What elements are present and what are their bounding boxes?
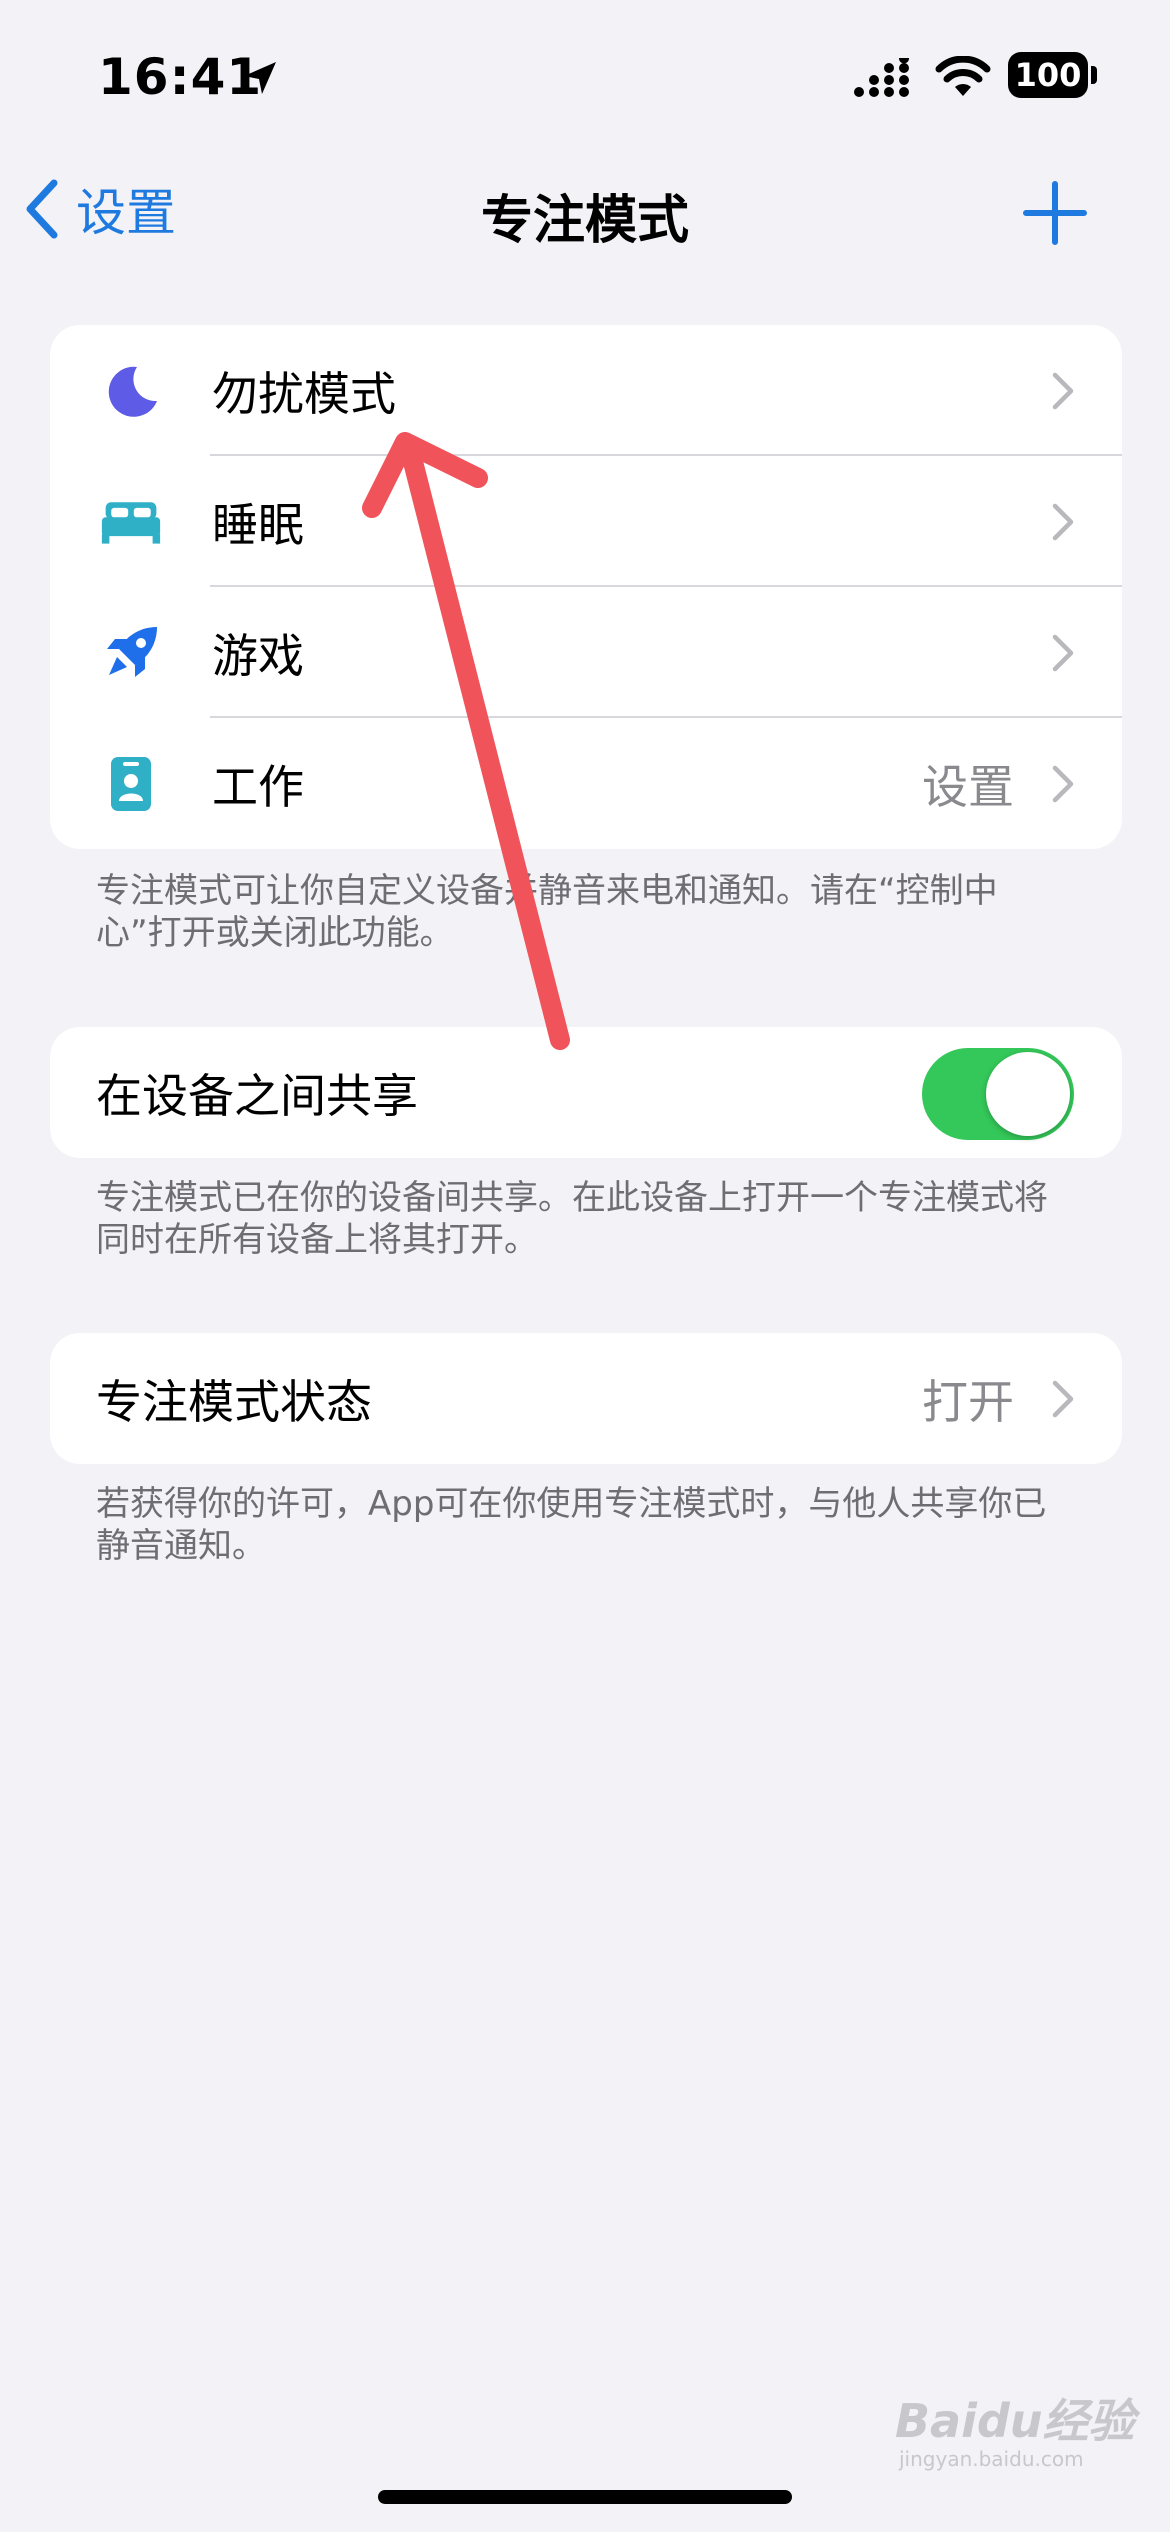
rocket-icon — [100, 622, 162, 684]
focus-mode-value: 设置 — [922, 759, 1014, 814]
page-title: 专注模式 — [480, 191, 689, 251]
focus-mode-row-sleep[interactable]: 睡眠 — [50, 456, 1122, 587]
focus-status-value: 打开 — [922, 1374, 1014, 1429]
focus-mode-label: 游戏 — [212, 628, 304, 683]
focus-mode-row-do-not-disturb[interactable]: 勿扰模式 — [50, 325, 1122, 456]
moon-icon — [100, 360, 162, 422]
focus-status-group: 专注模式状态 打开 — [50, 1333, 1122, 1464]
focus-mode-label: 睡眠 — [212, 497, 304, 552]
status-time: 16:41 — [98, 48, 263, 106]
chevron-right-icon — [1052, 634, 1074, 672]
share-footer: 专注模式已在你的设备间共享。在此设备上打开一个专注模式将同时在所有设备上将其打开… — [96, 1178, 1048, 1260]
location-arrow-icon — [244, 62, 276, 94]
toggle-knob — [986, 1052, 1070, 1136]
add-icon[interactable] — [1020, 178, 1090, 248]
bed-icon — [100, 491, 162, 553]
cellular-signal-icon — [854, 58, 909, 97]
focus-modes-footer: 专注模式可让你自定义设备并静音来电和通知。请在“控制中心”打开或关闭此功能。 — [96, 871, 998, 953]
share-across-devices-row: 在设备之间共享 — [50, 1027, 1122, 1158]
share-across-devices-group: 在设备之间共享 — [50, 1027, 1122, 1158]
chevron-right-icon — [1052, 372, 1074, 410]
share-across-devices-label: 在设备之间共享 — [96, 1068, 418, 1123]
chevron-right-icon — [1052, 765, 1074, 803]
battery-indicator: 100 — [1008, 52, 1088, 98]
chevron-right-icon — [1052, 503, 1074, 541]
focus-status-label: 专注模式状态 — [96, 1374, 372, 1429]
home-indicator[interactable] — [378, 2490, 792, 2504]
baidu-watermark: Baidu经验 jingyan.baidu.com — [895, 2385, 1135, 2471]
focus-mode-label: 工作 — [212, 759, 304, 814]
focus-mode-label: 勿扰模式 — [212, 366, 396, 421]
watermark-brand: Baidu经验 — [895, 2394, 1135, 2448]
share-across-devices-toggle[interactable] — [922, 1048, 1074, 1140]
focus-status-footer: 若获得你的许可，App可在你使用专注模式时，与他人共享你已静音通知。 — [96, 1484, 1047, 1566]
watermark-url: jingyan.baidu.com — [899, 2447, 1084, 2471]
chevron-right-icon — [1052, 1380, 1074, 1418]
focus-mode-row-gaming[interactable]: 游戏 — [50, 587, 1122, 718]
status-bar: 16:41 100 — [0, 0, 1170, 150]
navigation-bar: 设置 专注模式 — [0, 160, 1170, 260]
battery-tip — [1091, 66, 1097, 84]
focus-status-row[interactable]: 专注模式状态 打开 — [50, 1333, 1122, 1464]
id-badge-icon — [100, 753, 162, 815]
focus-mode-list: 勿扰模式 睡眠 游戏 工作 设置 — [50, 325, 1122, 849]
focus-mode-row-work[interactable]: 工作 设置 — [50, 718, 1122, 849]
wifi-icon — [935, 56, 991, 96]
